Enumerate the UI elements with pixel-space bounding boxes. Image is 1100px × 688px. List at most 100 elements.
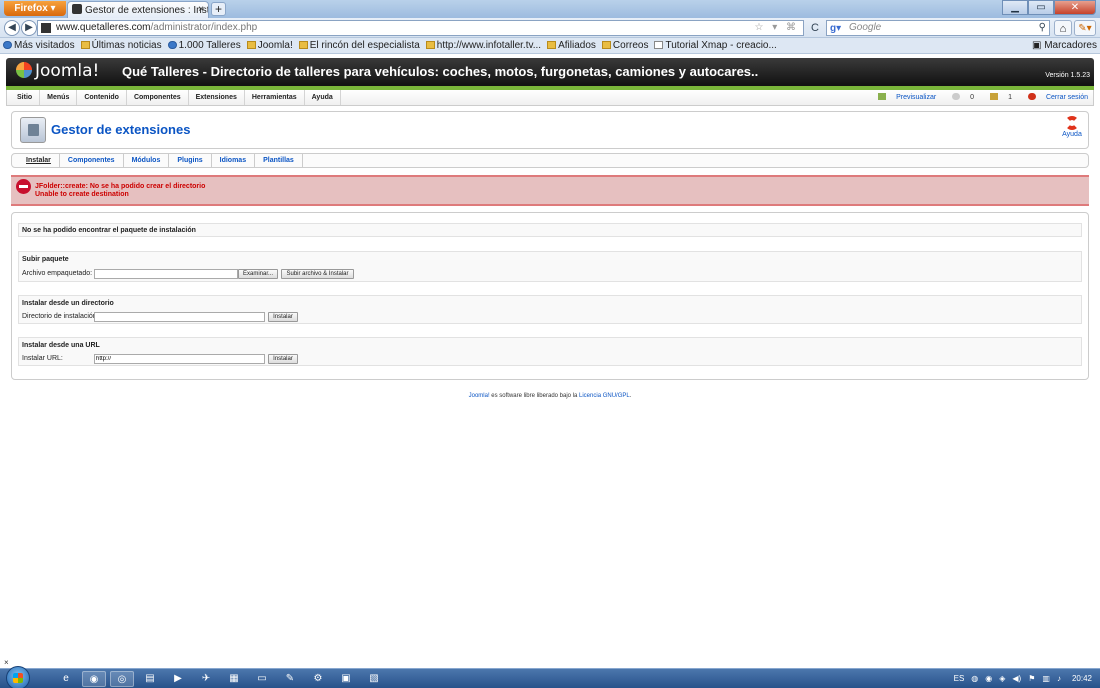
search-input[interactable]: g▾ Google ⚲ <box>826 20 1050 36</box>
statusbar-close-icon[interactable]: × <box>4 658 9 667</box>
maximize-button[interactable]: ▭ <box>1028 0 1054 15</box>
tab-close-icon[interactable]: × <box>198 4 204 15</box>
close-window-button[interactable]: ✕ <box>1054 0 1096 15</box>
license-link[interactable]: Licencia GNU/GPL <box>579 393 630 399</box>
preview-link[interactable]: Previsualizar <box>870 90 936 105</box>
folder-icon <box>246 41 256 49</box>
subnav-item[interactable]: Módulos <box>124 154 170 167</box>
logout-link[interactable]: Cerrar sesión <box>1020 90 1088 105</box>
bookmarks-menu-button[interactable]: ▣ Marcadores <box>1032 38 1097 53</box>
subnav-item[interactable]: Idiomas <box>212 154 256 167</box>
bookmark-item[interactable]: Últimas noticias <box>80 38 162 53</box>
volume-icon[interactable]: ◀) <box>1012 674 1021 683</box>
bookmark-item[interactable]: Tutorial Xmap - creacio... <box>654 38 777 53</box>
forward-button[interactable]: ▶ <box>21 20 37 36</box>
address-bar[interactable]: www.quetalleres.com/administrator/index.… <box>37 20 804 36</box>
url-section: Instalar desde una URL Instalar URL: Ins… <box>18 337 1082 366</box>
admin-menu-item[interactable]: Sitio <box>10 90 41 105</box>
admin-menu-item[interactable]: Contenido <box>77 90 127 105</box>
admin-menu-item[interactable]: Ayuda <box>305 90 341 105</box>
admin-menu-item[interactable]: Menús <box>40 90 78 105</box>
folder-icon <box>80 41 90 49</box>
internet-explorer-icon[interactable]: e <box>54 671 78 687</box>
admin-menu: Sitio Menús Contenido Componentes Extensione… <box>10 90 341 105</box>
footer-end: . <box>629 393 632 399</box>
reload-button[interactable]: C <box>808 21 822 35</box>
bookmark-item[interactable]: http://www.infotaller.tv... <box>425 38 541 53</box>
upload-install-button[interactable]: Subir archivo & Instalar <box>281 269 354 279</box>
admin-menu-item[interactable]: Componentes <box>127 90 189 105</box>
error-message: JFolder::create: No se ha podido crear e… <box>11 175 1089 206</box>
bookmark-item[interactable]: 1.000 Talleres <box>167 38 241 53</box>
admin-menu-item[interactable]: Extensiones <box>189 90 245 105</box>
chrome-taskbar-icon[interactable]: ◎ <box>110 671 134 687</box>
antivirus-icon[interactable]: ◉ <box>985 674 992 683</box>
network-tray-icon[interactable]: ◈ <box>999 674 1005 683</box>
site-identity-icon[interactable] <box>41 23 51 33</box>
bookmark-star-icon[interactable]: ☆ ▾ ⌘ <box>754 21 799 35</box>
explorer-icon[interactable]: ▤ <box>138 671 162 687</box>
bookmark-item[interactable]: Correos <box>601 38 648 53</box>
page-icon <box>654 41 664 49</box>
speaker-icon[interactable]: ♪ <box>1057 674 1061 683</box>
footer-text: es software libre liberado bajo la <box>489 393 580 399</box>
url-domain: www.quetalleres.com <box>56 22 151 33</box>
folder-icon[interactable]: ▭ <box>250 671 274 687</box>
firefox-menu-button[interactable]: Firefox ▾ <box>4 1 66 16</box>
browser-titlebar: Firefox ▾ Gestor de extensiones : Instal… <box>0 0 1100 18</box>
bookmark-item[interactable]: Joomla! <box>246 38 293 53</box>
browser-tab-active[interactable]: Gestor de extensiones : Instalar × <box>67 1 209 18</box>
browse-button[interactable]: Examinar... <box>238 269 278 279</box>
install-directory-button[interactable]: Instalar <box>268 312 298 322</box>
package-file-input[interactable] <box>94 269 238 279</box>
messages-icon <box>952 93 961 100</box>
install-directory-input[interactable] <box>94 312 265 322</box>
users-icon <box>990 93 999 100</box>
tools-icon[interactable]: ⚙ <box>306 671 330 687</box>
admin-menu-item[interactable]: Herramientas <box>245 90 305 105</box>
directory-section: Instalar desde un directorio Directorio … <box>18 295 1082 324</box>
start-button[interactable] <box>6 666 30 688</box>
subnav-item[interactable]: Plugins <box>169 154 212 167</box>
admin-footer: Joomla! es software libre liberado bajo … <box>0 393 1100 399</box>
language-indicator[interactable]: ES <box>954 674 965 683</box>
minimize-button[interactable]: ▁ <box>1002 0 1028 15</box>
subnav-item[interactable]: Plantillas <box>255 154 303 167</box>
media-player-icon[interactable]: ▶ <box>166 671 190 687</box>
network-icon[interactable]: ▥ <box>1042 674 1050 683</box>
calculator-icon[interactable]: ▦ <box>222 671 246 687</box>
messenger-icon[interactable]: ✈ <box>194 671 218 687</box>
search-icon[interactable]: ⚲ <box>1039 21 1046 35</box>
firefox-menu-label: Firefox <box>14 3 48 14</box>
rss-feed-icon <box>3 41 12 49</box>
home-button[interactable]: ⌂ <box>1054 20 1072 36</box>
bookmark-item[interactable]: El rincón del especialista <box>298 38 420 53</box>
google-engine-icon[interactable]: g▾ <box>830 22 841 36</box>
back-button[interactable]: ◀ <box>4 20 20 36</box>
new-tab-button[interactable]: + <box>211 2 226 16</box>
bookmark-item[interactable]: Afiliados <box>547 38 596 53</box>
help-button[interactable]: Ayuda <box>1062 116 1082 138</box>
no-package-text: No se ha podido encontrar el paquete de … <box>22 227 196 234</box>
addon-icon[interactable]: ✎▾ <box>1074 20 1096 36</box>
joomla-link[interactable]: Joomla! <box>469 393 490 399</box>
url-path: /administrator/index.php <box>150 22 258 33</box>
firefox-taskbar-icon[interactable]: ◉ <box>82 671 106 687</box>
install-form: No se ha podido encontrar el paquete de … <box>11 212 1089 380</box>
monitor-icon[interactable]: ▣ <box>334 671 358 687</box>
notepad-icon[interactable]: ▧ <box>362 671 386 687</box>
bookmark-item[interactable]: Más visitados <box>3 38 75 53</box>
messages-indicator[interactable]: 0 <box>944 90 974 105</box>
windows-taskbar: e ◉ ◎ ▤ ▶ ✈ ▦ ▭ ✎ ⚙ ▣ ▧ ES ◍ ◉ ◈ ◀) ⚑ ▥ … <box>0 666 1100 688</box>
subnav-item[interactable]: Instalar <box>20 154 60 167</box>
clock[interactable]: 20:42 <box>1072 674 1092 683</box>
subnav-item[interactable]: Componentes <box>60 154 124 167</box>
install-url-button[interactable]: Instalar <box>268 354 298 364</box>
paint-icon[interactable]: ✎ <box>278 671 302 687</box>
tray-app-icon[interactable]: ◍ <box>971 674 978 683</box>
install-url-input[interactable] <box>94 354 265 364</box>
action-center-flag-icon[interactable]: ⚑ <box>1028 674 1035 683</box>
joomla-favicon-icon <box>72 4 82 14</box>
directory-label: Directorio de instalación: <box>22 313 99 320</box>
site-title: Qué Talleres - Directorio de talleres pa… <box>122 64 759 79</box>
